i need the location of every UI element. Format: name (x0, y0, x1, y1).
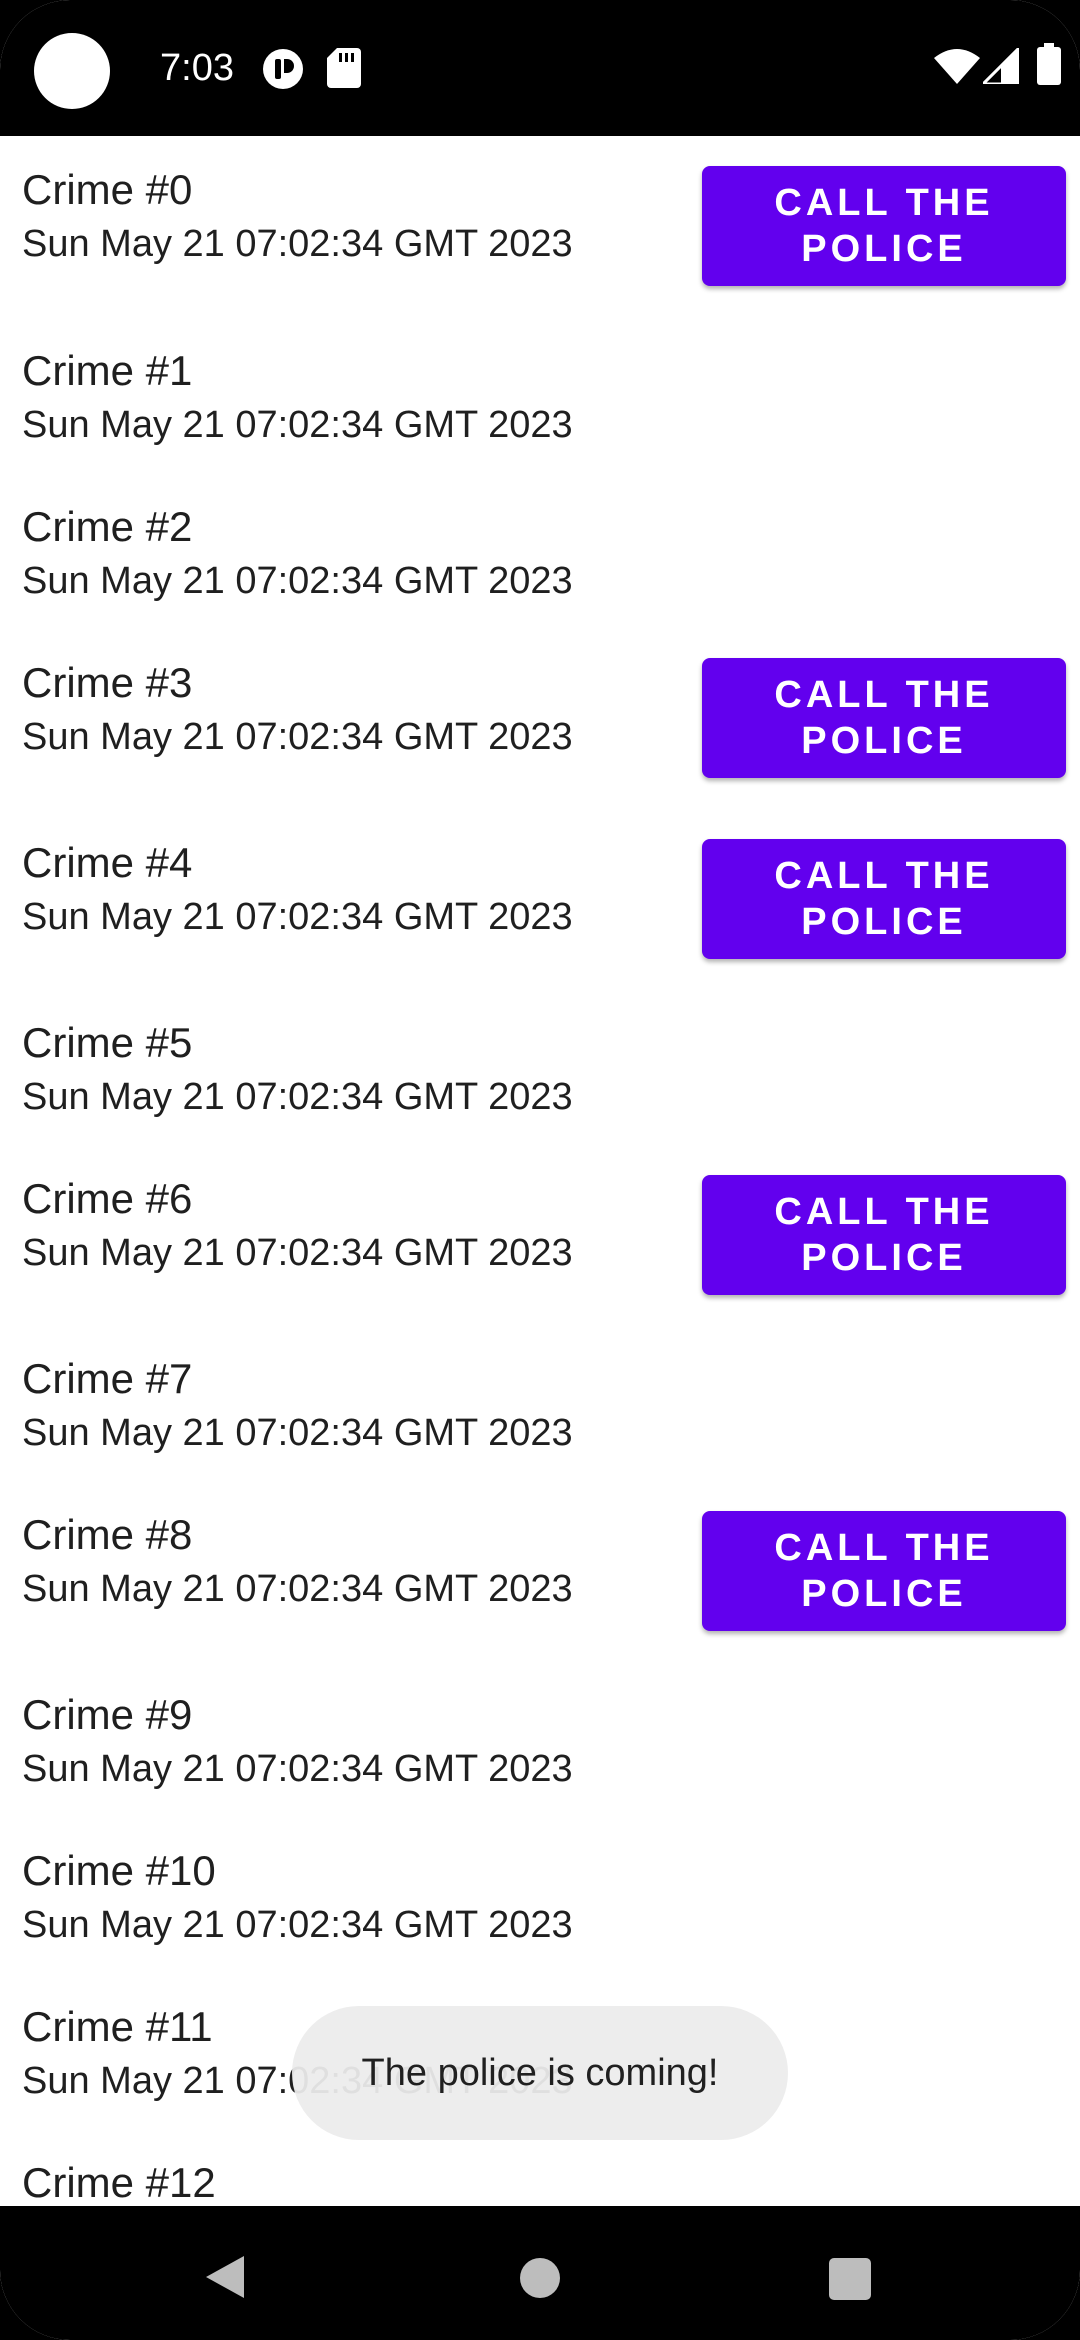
call-police-button[interactable]: CALL THE POLICE (702, 1175, 1066, 1295)
navigation-bar (0, 2206, 1080, 2340)
list-item-crime-8[interactable]: Crime #8 Sun May 21 07:02:34 GMT 2023 CA… (0, 1480, 1080, 1660)
crime-date: Sun May 21 07:02:34 GMT 2023 (22, 1748, 573, 1790)
call-police-button[interactable]: CALL THE POLICE (702, 839, 1066, 959)
crime-date: Sun May 21 07:02:34 GMT 2023 (22, 223, 573, 265)
signal-icon (983, 48, 1019, 84)
crime-title: Crime #0 (22, 166, 193, 213)
crime-date: Sun May 21 07:02:34 GMT 2023 (22, 1904, 573, 1946)
crime-title: Crime #4 (22, 839, 193, 886)
call-police-button[interactable]: CALL THE POLICE (702, 166, 1066, 286)
call-police-button[interactable]: CALL THE POLICE (702, 658, 1066, 778)
list-item-crime-6[interactable]: Crime #6 Sun May 21 07:02:34 GMT 2023 CA… (0, 1144, 1080, 1324)
crime-date: Sun May 21 07:02:34 GMT 2023 (22, 716, 573, 758)
list-item-crime-4[interactable]: Crime #4 Sun May 21 07:02:34 GMT 2023 CA… (0, 808, 1080, 988)
crime-date: Sun May 21 07:02:34 GMT 2023 (22, 1076, 573, 1118)
list-item-crime-10[interactable]: Crime #10 Sun May 21 07:02:34 GMT 2023 (0, 1816, 1080, 1972)
status-time: 7:03 (160, 47, 234, 89)
status-bar: 7:03 (0, 0, 1080, 136)
crime-title: Crime #8 (22, 1511, 193, 1558)
crime-date: Sun May 21 07:02:34 GMT 2023 (22, 1568, 573, 1610)
camera-cutout (34, 33, 110, 109)
crime-date: Sun May 21 07:02:34 GMT 2023 (22, 1232, 573, 1274)
phone-screen: 7:03 Crime #0 Sun May 21 07:02:34 GMT 20… (0, 0, 1080, 2340)
list-item-crime-1[interactable]: Crime #1 Sun May 21 07:02:34 GMT 2023 (0, 316, 1080, 472)
notification-icon (263, 49, 303, 89)
crime-title: Crime #1 (22, 347, 193, 394)
battery-icon (1037, 43, 1061, 85)
crime-title: Crime #11 (22, 2003, 213, 2050)
crime-title: Crime #10 (22, 1847, 216, 1894)
crime-title: Crime #6 (22, 1175, 193, 1222)
crime-date: Sun May 21 07:02:34 GMT 2023 (22, 896, 573, 938)
crime-title: Crime #2 (22, 503, 193, 550)
call-police-button[interactable]: CALL THE POLICE (702, 1511, 1066, 1631)
back-icon[interactable] (204, 2254, 246, 2300)
crime-title: Crime #5 (22, 1019, 193, 1066)
toast-message: The police is coming! (292, 2006, 788, 2140)
crime-title: Crime #9 (22, 1691, 193, 1738)
sd-card-icon (327, 48, 361, 88)
crime-title: Crime #3 (22, 659, 193, 706)
crime-date: Sun May 21 07:02:34 GMT 2023 (22, 404, 573, 446)
list-item-crime-7[interactable]: Crime #7 Sun May 21 07:02:34 GMT 2023 (0, 1324, 1080, 1480)
list-item-crime-9[interactable]: Crime #9 Sun May 21 07:02:34 GMT 2023 (0, 1660, 1080, 1816)
recents-icon[interactable] (829, 2258, 871, 2300)
crime-title: Crime #7 (22, 1355, 193, 1402)
list-item-crime-5[interactable]: Crime #5 Sun May 21 07:02:34 GMT 2023 (0, 988, 1080, 1144)
list-item-crime-2[interactable]: Crime #2 Sun May 21 07:02:34 GMT 2023 (0, 472, 1080, 628)
list-item-crime-0[interactable]: Crime #0 Sun May 21 07:02:34 GMT 2023 CA… (0, 136, 1080, 316)
crime-list[interactable]: Crime #0 Sun May 21 07:02:34 GMT 2023 CA… (0, 136, 1080, 2206)
crime-date: Sun May 21 07:02:34 GMT 2023 (22, 560, 573, 602)
crime-title: Crime #12 (22, 2159, 216, 2206)
crime-date: Sun May 21 07:02:34 GMT 2023 (22, 1412, 573, 1454)
home-icon[interactable] (520, 2258, 560, 2298)
list-item-crime-3[interactable]: Crime #3 Sun May 21 07:02:34 GMT 2023 CA… (0, 628, 1080, 808)
wifi-icon (934, 49, 980, 84)
